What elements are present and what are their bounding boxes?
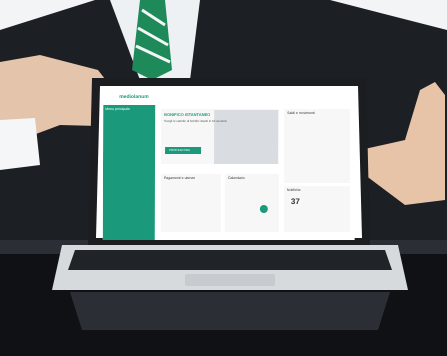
balance-title: Saldi e movimenti xyxy=(287,111,315,115)
notification-count: 37 xyxy=(290,197,300,206)
promo-button-label: PROCEDI ORA xyxy=(169,148,191,152)
keyboard xyxy=(68,250,392,270)
calendar-panel xyxy=(224,174,279,232)
balance-panel xyxy=(283,109,351,183)
ui-graphics xyxy=(102,92,356,240)
notifications-title: Notifiche xyxy=(286,188,301,192)
sidebar-title: Menu principale xyxy=(105,107,130,111)
payments-title: Pagamenti e utenze xyxy=(163,176,196,180)
calendar-title: Calendario xyxy=(227,176,245,180)
payments-panel xyxy=(160,174,221,232)
promo-subheading: Scegli le cartelle di bonifici istanti i… xyxy=(164,119,227,123)
calendar-selected-day xyxy=(259,205,268,213)
brand-logo: mediolanum xyxy=(119,94,149,100)
left-cuff xyxy=(0,118,40,170)
notifications-panel xyxy=(283,186,350,232)
laptop-reflection xyxy=(70,292,390,330)
trackpad xyxy=(185,274,275,286)
ui-sidebar xyxy=(102,105,156,240)
promo-heading: BONIFICO ISTANTANEO xyxy=(164,112,211,117)
screen-ui: mediolanum Menu principale BONIFICO ISTA… xyxy=(102,92,356,240)
